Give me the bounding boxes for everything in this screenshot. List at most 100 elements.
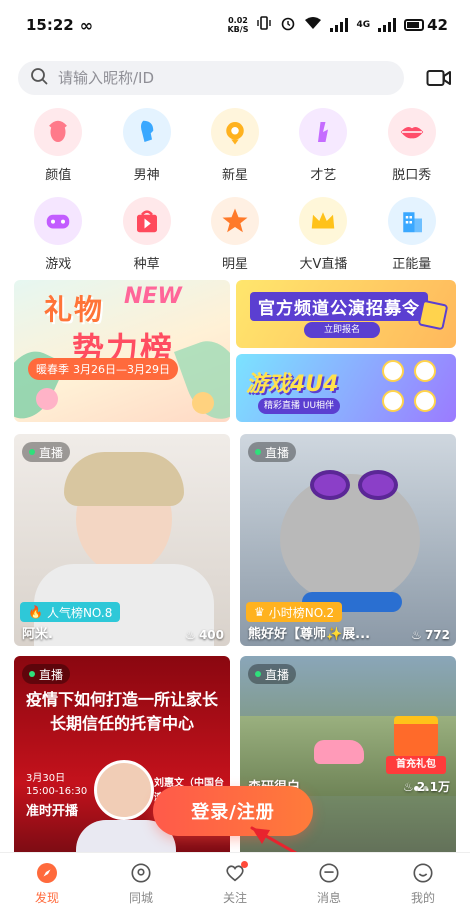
category-label: 正能量	[392, 257, 432, 272]
talent-icon	[299, 108, 348, 156]
category-item[interactable]: 明星	[191, 197, 279, 272]
streamer-name: 阿米.	[22, 627, 53, 642]
live-badge: 直播	[248, 442, 297, 462]
category-label: 大V直播	[299, 257, 348, 272]
tab-nearby[interactable]: 同城	[94, 853, 188, 914]
battery-icon	[404, 19, 425, 31]
category-grid: 颜值 男神 新星 才艺 脱口秀游戏 种草 明星 大V直播 正能量	[14, 108, 456, 272]
heat-icon: ♨	[402, 779, 414, 794]
status-bar: 15:22 ∞ 0.02 KB/S 4G 42	[0, 0, 470, 50]
banner-date: 3月26日—3月29日	[73, 363, 170, 376]
tab-label: 同城	[128, 891, 153, 905]
tab-messages[interactable]: 消息	[282, 853, 376, 914]
heat-icon: ♨	[411, 628, 422, 642]
banner-season: 暖春季	[36, 363, 69, 376]
net-speed-value: 0.02	[228, 16, 248, 25]
video-camera-button[interactable]	[424, 63, 454, 93]
banner-title: 游戏4U4	[246, 372, 339, 397]
category-item[interactable]: 颜值	[14, 108, 102, 183]
tab-label: 关注	[222, 891, 247, 905]
trophy-icon	[417, 299, 449, 331]
game-event-banner[interactable]: 游戏4U4 精彩直播 UU相伴	[236, 354, 456, 422]
live-card[interactable]: 直播 🔥 人气榜NO.8 阿米. ♨ 400	[14, 434, 230, 646]
category-label: 种草	[133, 257, 160, 272]
category-item[interactable]: 脱口秀	[368, 108, 456, 183]
net-speed: 0.02 KB/S	[227, 16, 248, 34]
category-label: 明星	[221, 257, 248, 272]
streamer-photo	[280, 474, 420, 604]
network-type: 4G	[356, 20, 371, 30]
viewer-count-value: 2.1万	[416, 780, 450, 794]
search-input[interactable]	[58, 69, 358, 87]
gift-icon	[394, 716, 438, 756]
crown-icon: ♛	[254, 605, 265, 619]
location-icon	[129, 861, 153, 885]
rank-label: 人气榜NO.8	[46, 605, 113, 620]
rank-badge: 🔥 人气榜NO.8	[20, 602, 121, 622]
banner-new-label: NEW	[124, 284, 182, 309]
poster-date-line: 15:00-16:30	[26, 786, 88, 797]
live-label: 直播	[39, 667, 64, 682]
crown-icon	[299, 197, 348, 245]
viewer-count-value: 400	[198, 628, 224, 642]
poster-date-line: 3月30日	[26, 773, 66, 784]
leaf-decoration	[14, 342, 67, 422]
category-label: 颜值	[45, 168, 72, 183]
live-card[interactable]: 直播 首充礼包 森研很白 ♨2.1万	[240, 656, 456, 868]
gift-label: 首充礼包	[386, 756, 446, 774]
signal-icon-2	[378, 18, 397, 32]
rank-label: 小时榜NO.2	[268, 605, 335, 620]
poster-date: 3月30日 15:00-16:30	[26, 772, 87, 798]
avatar	[382, 390, 404, 412]
heart-icon	[223, 861, 248, 885]
category-item[interactable]: 正能量	[368, 197, 456, 272]
tab-following[interactable]: 关注	[188, 853, 282, 914]
category-item[interactable]: 游戏	[14, 197, 102, 272]
first-recharge-gift[interactable]: 首充礼包	[386, 716, 446, 780]
new-star-icon	[210, 108, 259, 156]
bottom-tab-bar: 发现 同城 关注 消息 我的	[0, 852, 470, 914]
category-item[interactable]: 种草	[102, 197, 190, 272]
avatar	[382, 360, 404, 382]
host-photo	[94, 760, 154, 820]
poster-title: 疫情下如何打造一所让家长 长期信任的托育中心	[24, 688, 220, 736]
category-item[interactable]: 新星	[191, 108, 279, 183]
live-badge: 直播	[248, 664, 297, 684]
tab-label: 消息	[316, 891, 341, 905]
category-item[interactable]: 才艺	[279, 108, 367, 183]
category-item[interactable]: 大V直播	[279, 197, 367, 272]
tab-label: 我的	[410, 891, 435, 905]
rank-badge: ♛ 小时榜NO.2	[246, 602, 343, 622]
star-icon	[210, 197, 259, 245]
poster-title-line: 疫情下如何打造一所让家长	[25, 690, 218, 709]
banner-area: 礼物 NEW 势力榜 暖春季 3月26日—3月29日 官方频道公演招募令 立即报…	[14, 280, 456, 422]
lips-icon	[387, 108, 436, 156]
tab-discover[interactable]: 发现	[0, 853, 94, 914]
streamer-name: 熊好好【尊师✨展...	[248, 627, 371, 642]
vibrate-icon	[256, 15, 272, 35]
banner-signup-button[interactable]: 立即报名	[304, 322, 380, 338]
battery-level: 42	[427, 16, 448, 34]
live-card[interactable]: 直播 ♛ 小时榜NO.2 熊好好【尊师✨展... ♨ 772	[240, 434, 456, 646]
tab-profile[interactable]: 我的	[376, 853, 470, 914]
login-register-button[interactable]: 登录/注册	[153, 786, 313, 836]
signal-icon	[330, 18, 349, 32]
viewer-count: ♨ 400	[185, 628, 224, 642]
banner-title: 礼物	[44, 293, 105, 326]
official-recruit-banner[interactable]: 官方频道公演招募令 立即报名	[236, 280, 456, 348]
search-box[interactable]	[18, 61, 404, 95]
flower-decoration	[36, 388, 58, 410]
live-badge: 直播	[22, 664, 71, 684]
avatar	[414, 390, 436, 412]
search-row	[18, 60, 454, 96]
category-label: 游戏	[45, 257, 72, 272]
live-card[interactable]: 直播 疫情下如何打造一所让家长 长期信任的托育中心 3月30日 15:00-16…	[14, 656, 230, 868]
gift-ranking-banner[interactable]: 礼物 NEW 势力榜 暖春季 3月26日—3月29日	[14, 280, 230, 422]
category-label: 新星	[221, 168, 248, 183]
building-icon	[387, 197, 436, 245]
category-item[interactable]: 男神	[102, 108, 190, 183]
banner-subtitle: 精彩直播 UU相伴	[258, 398, 341, 414]
video-camera-icon	[426, 70, 451, 86]
banner-title: 官方频道公演招募令	[250, 292, 428, 321]
live-label: 直播	[39, 445, 64, 460]
